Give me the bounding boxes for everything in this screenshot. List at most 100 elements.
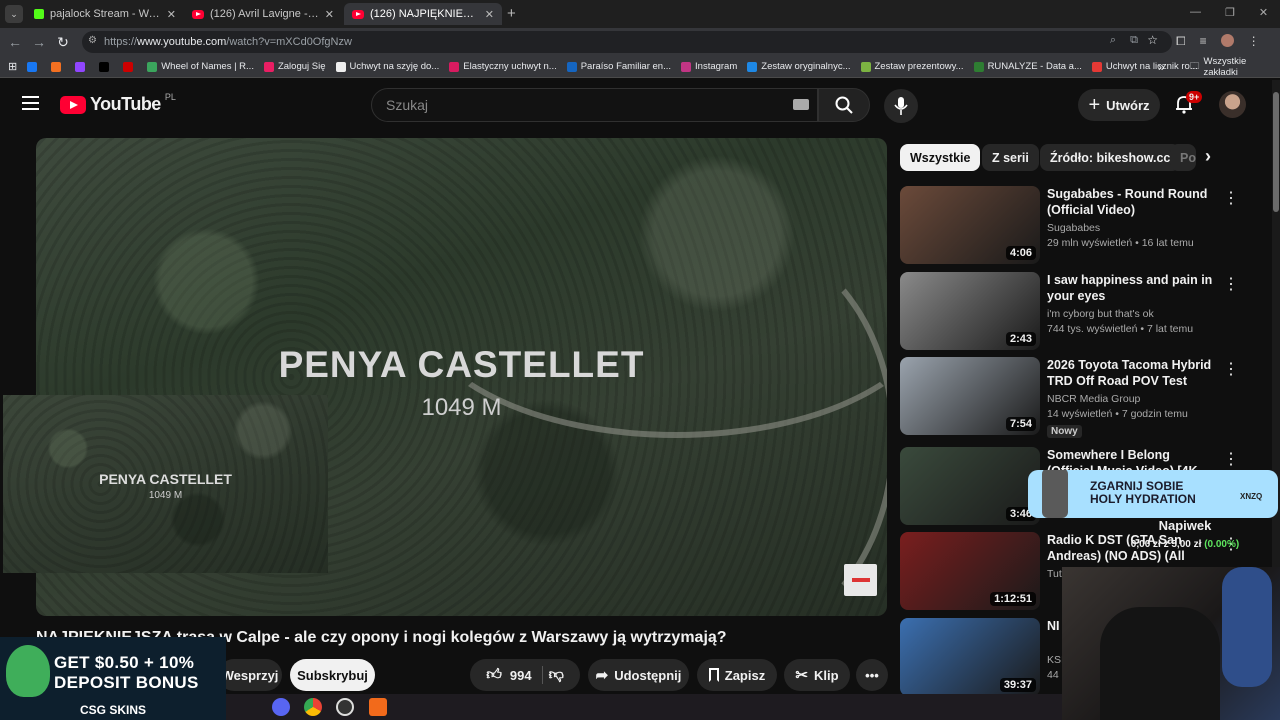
youtube-logo[interactable]: YouTube PL — [60, 92, 176, 115]
recommendation-channel[interactable]: Tut — [1047, 568, 1062, 580]
more-vert-icon[interactable]: ⋮ — [1223, 188, 1239, 208]
minimize-icon[interactable]: — — [1190, 6, 1201, 19]
guide-menu-icon[interactable] — [22, 96, 39, 110]
video-thumbnail[interactable]: 3:46 — [900, 447, 1040, 525]
video-thumbnail[interactable]: 39:37 — [900, 618, 1040, 696]
restore-icon[interactable]: ❐ — [1225, 6, 1235, 19]
bookmark-item[interactable] — [99, 61, 113, 72]
recommendation-card[interactable]: 7:54 2026 Toyota Tacoma Hybrid TRD Off Ro… — [900, 357, 1270, 439]
video-thumbnail[interactable]: 4:06 — [900, 186, 1040, 264]
recommendation-channel[interactable]: i'm cyborg but that's ok — [1047, 308, 1154, 320]
support-button[interactable]: Wesprzyj — [218, 659, 282, 691]
more-vert-icon[interactable]: ⋮ — [1223, 449, 1239, 469]
apps-icon[interactable]: ⊞ — [8, 60, 17, 73]
media-icon[interactable]: ≡ — [1200, 34, 1207, 49]
video-duration: 1:12:51 — [990, 592, 1036, 606]
notifications-button[interactable]: 9+ — [1174, 91, 1203, 116]
account-avatar[interactable] — [1219, 91, 1246, 118]
bookmark-item[interactable] — [75, 61, 89, 72]
bookmark-item[interactable]: Instagram — [681, 61, 737, 72]
bookmark-item[interactable]: Zestaw prezentowy... — [860, 61, 964, 72]
recommendation-card[interactable]: 4:06 Sugababes - Round Round (Official Vi… — [900, 186, 1270, 268]
all-bookmarks-folder[interactable]: 🗀 Wszystkie zakładki — [1190, 56, 1280, 78]
create-button[interactable]: + Utwórz — [1078, 89, 1160, 121]
like-dislike-group: 👍︎ 994 👎︎ — [470, 659, 580, 691]
browser-tab-kick[interactable]: pajalock Stream - Watch Live o ✕ — [26, 3, 184, 25]
recommendation-channel[interactable]: Sugababes — [1047, 222, 1100, 234]
extensions-icon[interactable]: ⧠ — [1176, 34, 1186, 49]
bookmark-favicon-icon — [860, 61, 871, 72]
dislike-button[interactable]: 👎︎ — [549, 666, 564, 684]
browser-tab-active[interactable]: (126) NAJPIĘKNIEJSZA trasa w ✕ — [344, 3, 502, 25]
more-bookmarks-button[interactable]: » — [1158, 60, 1165, 74]
discord-taskbar-icon[interactable] — [272, 698, 290, 716]
video-thumbnail[interactable]: 1:12:51 — [900, 532, 1040, 610]
bookmark-item[interactable]: Zaloguj Się — [263, 61, 326, 72]
promo-code: XNZQ — [1240, 492, 1263, 501]
tip-goal: Napiwek 0,00 zł z 5,00 zł (0.00%) — [1100, 518, 1270, 550]
casino-ad-overlay: GET $0.50 + 10% DEPOSIT BONUS CSG SKINS — [0, 637, 226, 720]
recommendation-channel[interactable]: NBCR Media Group — [1047, 393, 1140, 405]
bookmark-favicon-icon — [263, 61, 274, 72]
bookmark-item[interactable]: Elastyczny uchwyt n... — [449, 61, 557, 72]
like-button[interactable]: 👍︎ 994 — [486, 666, 543, 684]
youtube-icon — [352, 9, 364, 19]
clip-button[interactable]: ✂ Klip — [784, 659, 850, 691]
search-input[interactable]: Szukaj — [371, 88, 818, 122]
video-overlay-title: PENYA CASTELLET — [278, 344, 645, 385]
subscribe-button[interactable]: Subskrybuj — [290, 659, 375, 691]
bookmark-favicon-icon — [123, 61, 134, 72]
more-vert-icon[interactable]: ⋮ — [1223, 274, 1239, 294]
bookmark-item[interactable] — [51, 61, 65, 72]
chip-source[interactable]: Źródło: bikeshow.cc — [1040, 144, 1181, 171]
bookmark-item[interactable]: RUNALYZE - Data a... — [973, 61, 1082, 72]
close-icon[interactable]: ✕ — [325, 8, 334, 21]
more-vert-icon[interactable]: ⋮ — [1223, 359, 1239, 379]
bookmark-item[interactable] — [123, 61, 137, 72]
install-icon[interactable]: ⧉ — [1130, 34, 1138, 47]
profile-avatar-icon[interactable] — [1220, 34, 1234, 47]
voice-search-button[interactable] — [884, 89, 918, 123]
browser-menu-icon[interactable]: ⋮ — [1248, 34, 1260, 49]
more-actions-button[interactable]: ••• — [856, 659, 888, 691]
app-taskbar-icon[interactable] — [369, 698, 387, 716]
site-info-icon[interactable]: ⚙ — [88, 35, 97, 46]
bookmark-item[interactable]: Paraíso Familiar en... — [566, 61, 671, 72]
obs-taskbar-icon[interactable] — [336, 698, 354, 716]
bottle-icon — [1042, 470, 1068, 518]
tab-search-button[interactable]: ⌄ — [5, 5, 23, 23]
share-button[interactable]: ➦ Udostępnij — [588, 659, 689, 691]
zoom-icon[interactable]: ⌕ — [1110, 34, 1116, 47]
bookmark-favicon-icon — [51, 61, 62, 72]
bookmark-item[interactable]: Uchwyt na szyję do... — [335, 61, 439, 72]
back-icon[interactable]: ← — [3, 30, 27, 54]
channel-watermark[interactable] — [844, 564, 877, 596]
chip-more[interactable]: Po — [1170, 144, 1196, 171]
bookmark-item[interactable]: Wheel of Names | R... — [147, 61, 254, 72]
video-duration: 4:06 — [1005, 246, 1036, 260]
window-close-icon[interactable]: ✕ — [1259, 6, 1268, 19]
search-button[interactable] — [818, 88, 870, 122]
keyboard-icon[interactable] — [793, 99, 809, 110]
browser-tab-avril[interactable]: (126) Avril Lavigne - Complicate ✕ — [184, 3, 342, 25]
chip-all[interactable]: Wszystkie — [900, 144, 981, 171]
address-bar[interactable]: ⚙ https://www.youtube.com/watch?v=mXCd0O… — [82, 31, 1172, 53]
reload-icon[interactable]: ↻ — [51, 30, 75, 54]
video-thumbnail[interactable]: 7:54 — [900, 357, 1040, 435]
close-icon[interactable]: ✕ — [167, 8, 176, 21]
bookmark-star-icon[interactable]: ☆ — [1147, 33, 1158, 47]
folder-icon: 🗀 — [1190, 60, 1200, 72]
recommendation-card[interactable]: 2:43 I saw happiness and pain in your eye… — [900, 272, 1270, 354]
bookmark-item[interactable] — [27, 61, 41, 72]
chip-series[interactable]: Z serii — [982, 144, 1039, 171]
chrome-taskbar-icon[interactable] — [304, 698, 322, 716]
forward-icon[interactable]: → — [27, 30, 51, 54]
bookmark-item[interactable]: Zestaw oryginalnyc... — [747, 61, 851, 72]
chips-next-icon[interactable]: › — [1205, 146, 1211, 167]
new-tab-button[interactable]: + — [507, 5, 516, 22]
new-badge: Nowy — [1047, 425, 1082, 438]
close-icon[interactable]: ✕ — [485, 8, 494, 21]
video-thumbnail[interactable]: 2:43 — [900, 272, 1040, 350]
bookmark-item[interactable]: Uchwyt na licznik ro... — [1091, 61, 1198, 72]
save-button[interactable]: Zapisz — [697, 659, 777, 691]
